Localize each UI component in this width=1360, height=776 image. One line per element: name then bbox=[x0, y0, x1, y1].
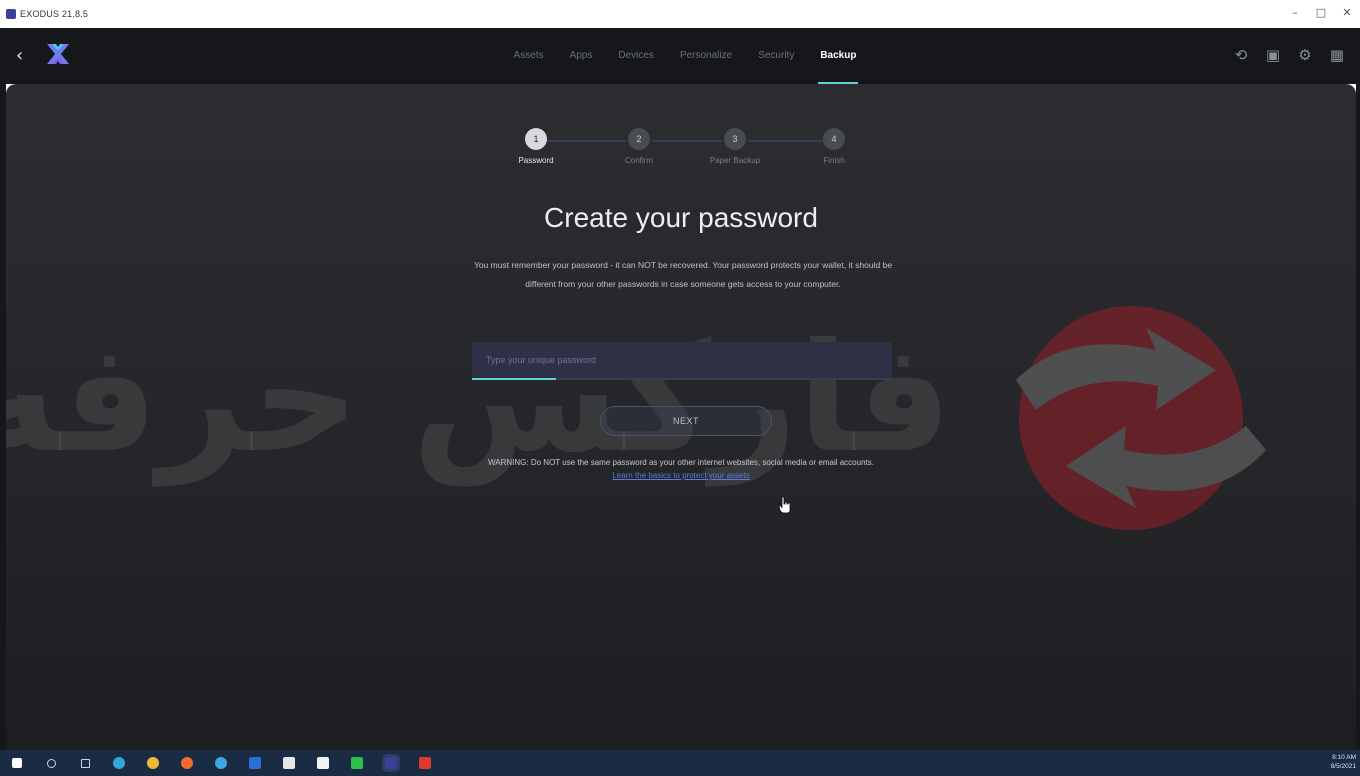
window-title: EXODUS 21.8.5 bbox=[20, 9, 89, 19]
tab-apps[interactable]: Apps bbox=[570, 28, 593, 84]
window-controls: – □ ✕ bbox=[1288, 6, 1354, 19]
task-view-icon-glyph bbox=[80, 758, 90, 768]
hand-cursor-icon bbox=[778, 496, 791, 514]
minimize-button[interactable]: – bbox=[1288, 6, 1302, 19]
step-label: Confirm bbox=[624, 156, 653, 165]
app-navbar: ‹ Assets Apps Devices Personalize Securi… bbox=[0, 28, 1360, 84]
firefox-icon[interactable] bbox=[174, 750, 200, 776]
task-view-icon[interactable] bbox=[72, 750, 98, 776]
step-label: Paper Backup bbox=[709, 156, 761, 165]
password-warning: WARNING: Do NOT use the same password as… bbox=[488, 458, 874, 467]
step-number: 1 bbox=[525, 128, 547, 150]
close-button[interactable]: ✕ bbox=[1340, 6, 1354, 19]
tab-security[interactable]: Security bbox=[758, 28, 794, 84]
backup-panel: فارکس حرفه‌ای 1 Password 2 Confirm 3 Pap… bbox=[6, 84, 1356, 750]
step-confirm: 2 Confirm bbox=[599, 128, 679, 165]
step-password: 1 Password bbox=[496, 128, 576, 165]
settings-icon[interactable]: ⚙ bbox=[1296, 46, 1314, 64]
step-number: 3 bbox=[724, 128, 746, 150]
tab-devices[interactable]: Devices bbox=[618, 28, 654, 84]
tab-assets[interactable]: Assets bbox=[514, 28, 544, 84]
store-icon-glyph bbox=[283, 757, 295, 769]
step-label: Password bbox=[518, 156, 554, 165]
app-icon-green[interactable] bbox=[344, 750, 370, 776]
search-icon-glyph bbox=[46, 758, 56, 768]
taskbar-clock[interactable]: 8:10 AM 8/5/2021 bbox=[1331, 753, 1356, 771]
clock-date: 8/5/2021 bbox=[1330, 763, 1356, 770]
password-description: You must remember your password - it can… bbox=[473, 260, 893, 289]
nav-tabs: Assets Apps Devices Personalize Security… bbox=[0, 28, 1360, 84]
edge-icon-glyph bbox=[113, 757, 125, 769]
chrome-icon-glyph bbox=[147, 757, 159, 769]
search-icon[interactable] bbox=[38, 750, 64, 776]
backup-stepper: 1 Password 2 Confirm 3 Paper Backup 4 Fi… bbox=[506, 128, 866, 178]
step-number: 4 bbox=[823, 128, 845, 150]
exodus-taskbar-icon-glyph bbox=[382, 754, 400, 772]
password-field-container bbox=[472, 342, 892, 378]
watermark-logo-icon bbox=[1016, 306, 1266, 530]
step-number: 2 bbox=[628, 128, 650, 150]
app-icon-red[interactable] bbox=[412, 750, 438, 776]
firefox-icon-glyph bbox=[181, 757, 193, 769]
app-icon-red-glyph bbox=[419, 757, 431, 769]
step-paper-backup: 3 Paper Backup bbox=[695, 128, 775, 165]
start-icon-glyph bbox=[12, 758, 22, 768]
app-icon-green-glyph bbox=[351, 757, 363, 769]
exodus-app-icon bbox=[6, 9, 16, 19]
grid-icon[interactable]: ▦ bbox=[1328, 46, 1346, 64]
store-icon[interactable] bbox=[276, 750, 302, 776]
chrome-icon[interactable] bbox=[140, 750, 166, 776]
outlook-icon-glyph bbox=[249, 757, 261, 769]
nav-right-icons: ⟲ ▣ ⚙ ▦ bbox=[1232, 46, 1346, 64]
start-icon[interactable] bbox=[4, 750, 30, 776]
outlook-icon[interactable] bbox=[242, 750, 268, 776]
maximize-button[interactable]: □ bbox=[1314, 6, 1328, 19]
exodus-taskbar-icon[interactable] bbox=[378, 750, 404, 776]
page-title: Create your password bbox=[544, 202, 818, 233]
step-label: Finish bbox=[823, 156, 845, 165]
tab-backup[interactable]: Backup bbox=[818, 28, 859, 84]
tab-personalize[interactable]: Personalize bbox=[680, 28, 732, 84]
password-strength-bar bbox=[472, 378, 556, 380]
clock-time: 8:10 AM bbox=[1332, 754, 1356, 761]
app-icon-white[interactable] bbox=[310, 750, 336, 776]
next-button[interactable]: NEXT bbox=[600, 406, 772, 436]
chip-icon[interactable]: ▣ bbox=[1264, 46, 1282, 64]
password-input[interactable] bbox=[472, 342, 892, 378]
history-icon[interactable]: ⟲ bbox=[1232, 46, 1250, 64]
edge-icon[interactable] bbox=[106, 750, 132, 776]
windows-taskbar: 8:10 AM 8/5/2021 bbox=[0, 750, 1360, 776]
app-icon-white-glyph bbox=[317, 757, 329, 769]
telegram-icon-glyph bbox=[215, 757, 227, 769]
frame-edge-right bbox=[1356, 84, 1360, 750]
learn-more-link[interactable]: Learn the basics to protect your assets bbox=[6, 471, 1356, 480]
telegram-icon[interactable] bbox=[208, 750, 234, 776]
step-finish: 4 Finish bbox=[794, 128, 874, 165]
window-titlebar: EXODUS 21.8.5 – □ ✕ bbox=[0, 0, 1360, 28]
